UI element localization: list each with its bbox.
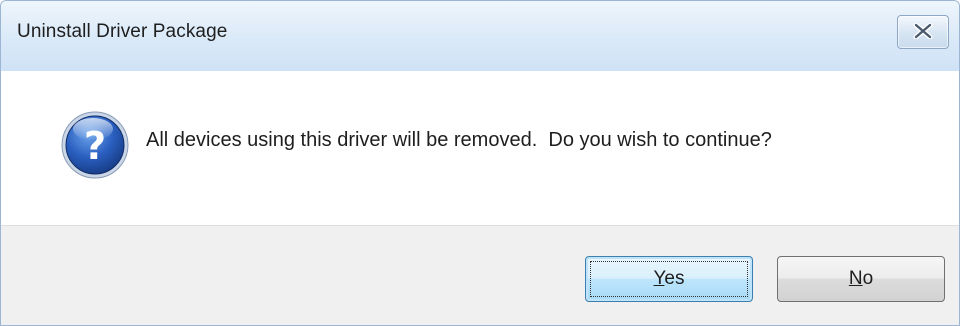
window-title: Uninstall Driver Package	[17, 21, 228, 42]
no-button[interactable]: No	[777, 256, 945, 302]
svg-text:?: ?	[84, 124, 106, 168]
no-mnemonic: N	[848, 268, 863, 289]
yes-mnemonic: Y	[653, 268, 665, 289]
yes-label-rest: es	[664, 268, 685, 289]
title-bar[interactable]: Uninstall Driver Package	[1, 1, 959, 71]
button-bar: Yes No	[1, 225, 959, 325]
no-label-rest: o	[862, 268, 874, 289]
question-icon: ?	[61, 111, 129, 179]
dialog-content: ? All devices using this driver will be …	[1, 71, 959, 225]
dialog-window: Uninstall Driver Package ? All devices u…	[0, 0, 960, 326]
dialog-message: All devices using this driver will be re…	[146, 129, 772, 151]
close-button[interactable]	[897, 15, 949, 49]
yes-button[interactable]: Yes	[585, 256, 753, 302]
close-icon	[913, 23, 933, 39]
